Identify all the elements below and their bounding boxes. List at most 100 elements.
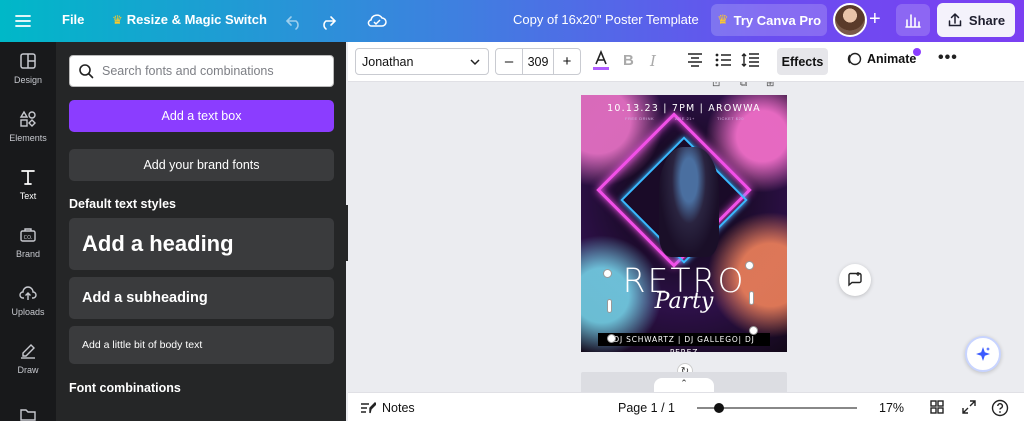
try-canva-pro-button[interactable]: ♛ Try Canva Pro xyxy=(711,4,827,36)
file-menu-button[interactable]: File xyxy=(62,12,84,27)
nav-item-brand[interactable]: CO. Brand xyxy=(0,216,56,268)
svg-text:CO.: CO. xyxy=(24,235,33,241)
bold-button[interactable]: B xyxy=(623,52,634,69)
notes-button[interactable]: Notes xyxy=(360,401,415,415)
brand-icon: CO. xyxy=(20,227,36,242)
insights-button[interactable] xyxy=(896,4,930,36)
resize-handle[interactable] xyxy=(603,269,612,278)
align-button[interactable] xyxy=(686,52,704,68)
resize-handle[interactable] xyxy=(745,261,754,270)
redo-button[interactable] xyxy=(318,11,338,31)
list-button[interactable] xyxy=(714,52,732,68)
align-center-icon xyxy=(688,53,702,67)
avatar[interactable] xyxy=(833,3,867,37)
default-text-styles-heading: Default text styles xyxy=(69,197,176,211)
undo-icon xyxy=(285,16,299,30)
save-status-button[interactable] xyxy=(366,10,388,30)
chevron-up-icon[interactable]: ⌃ xyxy=(654,378,714,392)
crown-icon: ♛ xyxy=(716,12,729,27)
nav-item-projects[interactable] xyxy=(0,390,56,421)
spacing-button[interactable] xyxy=(741,52,761,68)
sparkle-icon xyxy=(976,347,990,361)
undo-button[interactable] xyxy=(284,11,304,31)
page-indicator[interactable]: Page 1 / 1 xyxy=(618,401,675,415)
bold-icon: B xyxy=(623,52,634,69)
nav-label: Text xyxy=(19,190,37,201)
effects-button[interactable]: Effects xyxy=(777,48,828,75)
decrease-font-size-button[interactable]: – xyxy=(496,49,522,74)
nav-label: Draw xyxy=(17,364,39,375)
poster-photo xyxy=(659,147,719,257)
nav-label: Elements xyxy=(9,132,47,143)
notes-icon xyxy=(361,402,376,414)
add-text-box-button[interactable]: Add a text box xyxy=(69,100,334,132)
pen-icon xyxy=(21,343,35,359)
shapes-icon xyxy=(19,110,36,127)
free-drink-text[interactable]: FREE DRINK xyxy=(625,116,654,121)
nav-item-draw[interactable]: Draw xyxy=(0,332,56,384)
more-options-button[interactable]: ••• xyxy=(938,49,958,67)
add-page-icon[interactable]: ⊞ xyxy=(766,82,774,89)
nav-item-elements[interactable]: Elements xyxy=(0,100,56,152)
upload-cloud-icon xyxy=(19,285,37,300)
spacing-icon xyxy=(741,53,759,67)
zoom-percentage[interactable]: 17% xyxy=(879,401,904,415)
dj-lineup-text[interactable]: DJ SCHWARTZ | DJ GALLEGO| DJ PEREZ xyxy=(598,333,770,352)
font-search-box[interactable] xyxy=(69,55,334,87)
font-size-input[interactable]: 309 xyxy=(522,49,554,74)
magic-assistant-button[interactable] xyxy=(965,336,1001,372)
add-heading-button[interactable]: Add a heading xyxy=(69,218,334,270)
text-icon xyxy=(21,169,35,185)
nav-label: Design xyxy=(13,74,42,85)
share-label: Share xyxy=(968,12,1006,28)
nav-item-text[interactable]: Text xyxy=(0,158,56,210)
canvas-area: ⊡ ⧉ ⊞ 10.13.23 | 7PM | AROWWA FREE DRINK… xyxy=(348,82,1024,392)
animate-button[interactable]: Animate xyxy=(846,51,916,67)
zoom-slider-handle[interactable] xyxy=(713,403,724,413)
search-icon xyxy=(79,64,94,79)
nav-item-uploads[interactable]: Uploads xyxy=(0,274,56,326)
age-text[interactable]: AGE 21+ xyxy=(675,116,695,121)
animate-label: Animate xyxy=(867,52,917,66)
text-panel: Add a text box Add your brand fonts Defa… xyxy=(56,42,346,421)
font-size-stepper: – 309 + xyxy=(495,48,581,75)
menu-icon[interactable] xyxy=(14,11,34,31)
add-collaborator-button[interactable]: + xyxy=(869,8,881,31)
help-icon xyxy=(991,399,1009,417)
nav-label: Brand xyxy=(15,248,41,259)
duplicate-page-icon[interactable]: ⧉ xyxy=(740,82,747,89)
text-toolbar: Jonathan – 309 + B I Effects Animate ••• xyxy=(348,42,1024,82)
left-nav: Design Elements Text CO. Brand Uploads D… xyxy=(0,42,56,421)
top-bar: File ♛ Resize & Magic Switch Copy of 16x… xyxy=(0,0,1024,42)
grid-icon xyxy=(930,400,944,414)
add-brand-fonts-button[interactable]: Add your brand fonts xyxy=(69,149,334,181)
try-pro-label: Try Canva Pro xyxy=(733,12,822,28)
text-color-icon xyxy=(593,50,609,70)
resize-magic-switch-button[interactable]: ♛ Resize & Magic Switch xyxy=(112,12,267,27)
font-family-dropdown[interactable]: Jonathan xyxy=(355,48,489,75)
increase-font-size-button[interactable]: + xyxy=(554,49,580,74)
document-title[interactable]: Copy of 16x20" Poster Template xyxy=(513,12,699,27)
text-color-button[interactable] xyxy=(592,50,610,72)
resize-handle[interactable] xyxy=(607,334,616,343)
bar-chart-icon xyxy=(905,14,921,28)
poster-page[interactable]: 10.13.23 | 7PM | AROWWA FREE DRINK AGE 2… xyxy=(581,95,787,352)
lock-page-icon[interactable]: ⊡ xyxy=(712,82,720,89)
add-subheading-button[interactable]: Add a subheading xyxy=(69,277,334,319)
resize-handle[interactable] xyxy=(749,291,754,305)
folder-icon xyxy=(20,408,36,421)
resize-handle[interactable] xyxy=(749,326,758,335)
help-button[interactable] xyxy=(991,399,1009,421)
event-info-text[interactable]: 10.13.23 | 7PM | AROWWA xyxy=(581,103,787,114)
italic-button[interactable]: I xyxy=(650,52,656,70)
cloud-check-icon xyxy=(367,14,387,27)
add-body-text-button[interactable]: Add a little bit of body text xyxy=(69,326,334,364)
font-search-input[interactable] xyxy=(102,64,322,78)
add-comment-button[interactable] xyxy=(839,264,871,296)
grid-view-button[interactable] xyxy=(929,399,945,420)
nav-item-design[interactable]: Design xyxy=(0,42,56,94)
resize-handle[interactable] xyxy=(607,299,612,313)
share-button[interactable]: Share xyxy=(937,3,1015,37)
ticket-text[interactable]: TICKET $20 xyxy=(717,116,744,121)
fullscreen-button[interactable] xyxy=(961,399,977,420)
